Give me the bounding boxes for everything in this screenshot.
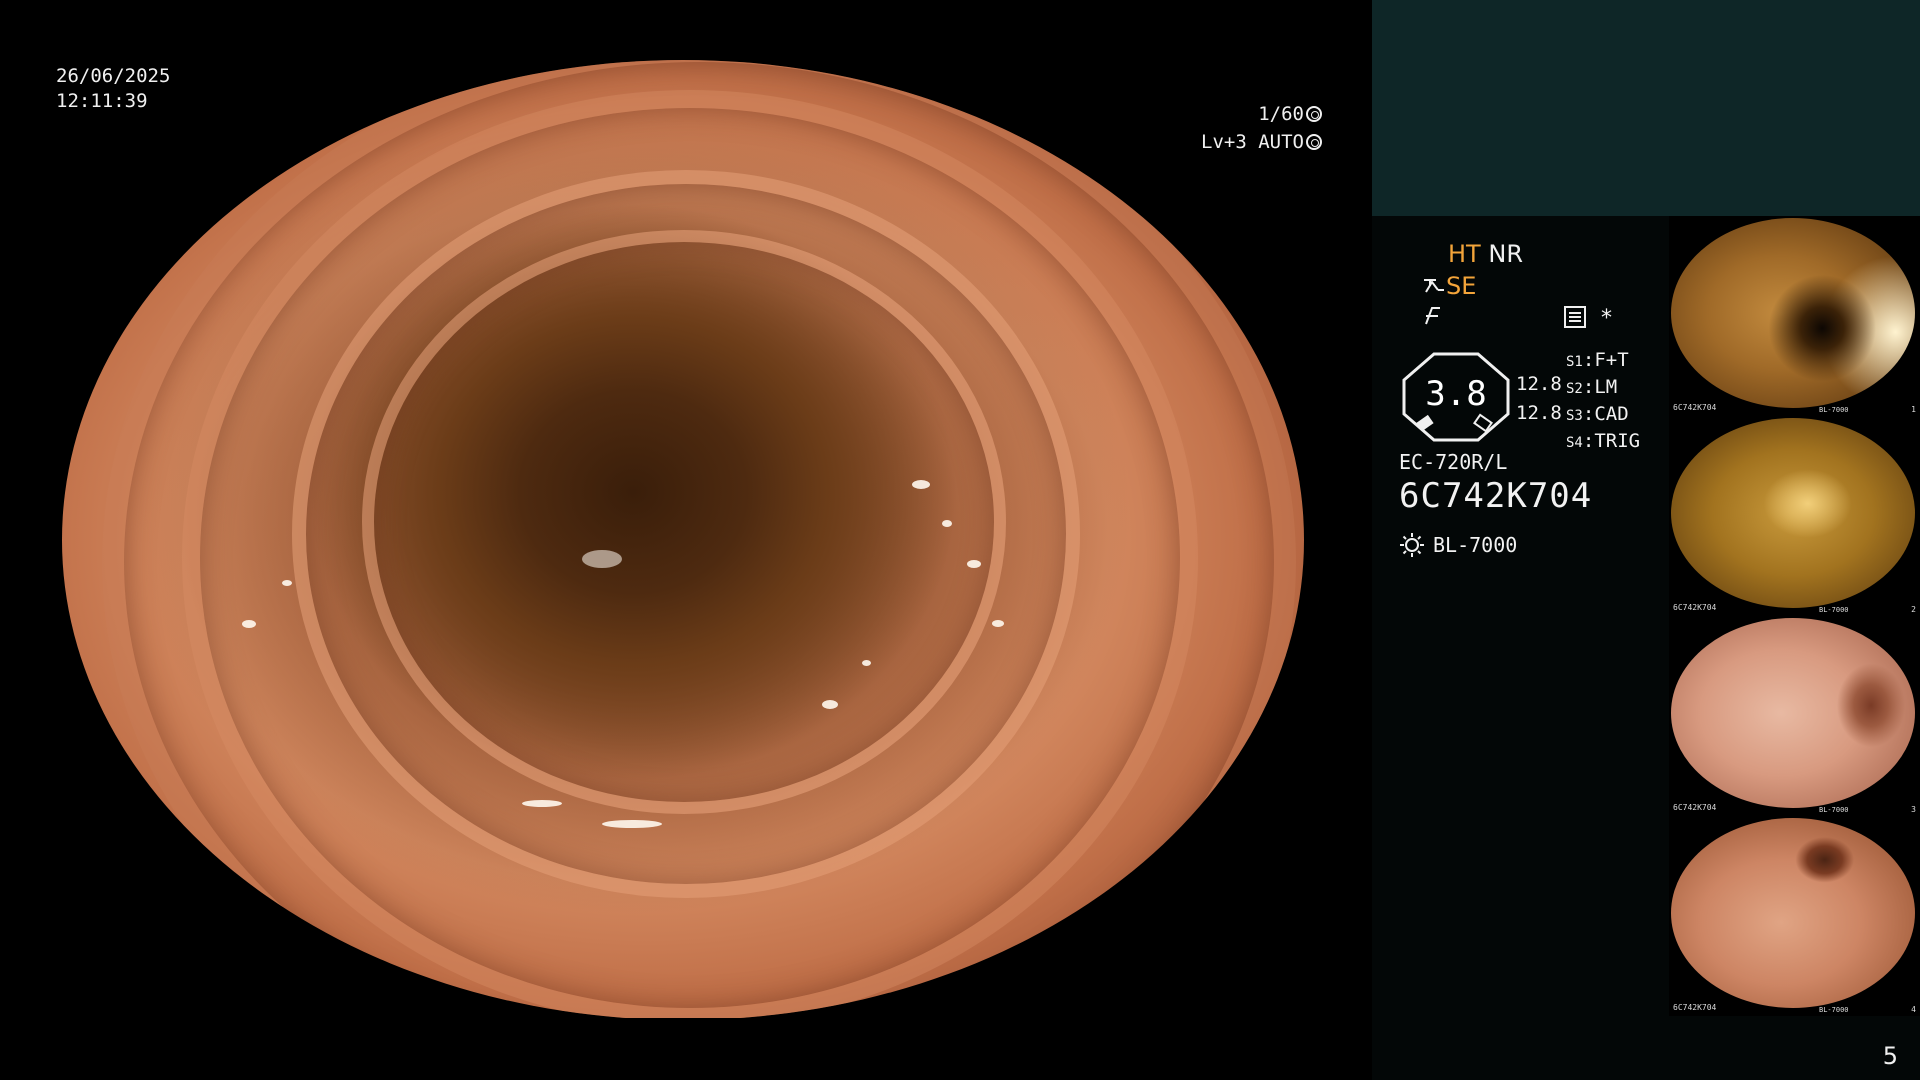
specular-highlight [822,700,838,709]
thumbnail-3[interactable]: 6C742K704 BL-7000 3 [1669,616,1920,816]
main-endoscope-view: 26/06/2025 12:11:39 1/60 Lv+3 AUTO [0,0,1372,1080]
level-text: Lv+3 [1201,131,1247,153]
specular-highlight [992,620,1004,627]
specular-highlight [522,800,562,807]
stack-values: 12.8 12.8 [1516,370,1562,428]
timestamp: 26/06/2025 12:11:39 [56,64,170,114]
mode-text: AUTO [1258,131,1304,153]
specular-highlight [242,620,256,628]
structure-enhance-icon [1424,279,1444,293]
color-mode-icon [1425,307,1440,325]
thumbnail-4[interactable]: 6C742K704 BL-7000 4 [1669,816,1920,1016]
endoscopy-screen: 26/06/2025 12:11:39 1/60 Lv+3 AUTO HT NR… [0,0,1920,1080]
setting-row: S2:LM [1566,376,1618,398]
light-source-text: BL-7000 [1433,533,1518,557]
mucosal-fold [102,60,1296,1020]
iris-icon [1306,134,1322,150]
date-text: 26/06/2025 [56,65,171,87]
captured-thumbnails: 6C742K704 BL-7000 1 6C742K704 BL-7000 2 … [1669,216,1920,1016]
menu-icons: * [1564,306,1612,331]
setting-row: S3:CAD [1566,403,1629,425]
ht-label: HT [1448,240,1481,268]
sun-icon [1400,533,1424,557]
switch-settings: S1:F+T S2:LM S3:CAD S4:TRIG [1566,348,1640,456]
specular-highlight [912,480,930,489]
thumbnail-2[interactable]: 6C742K704 BL-7000 2 [1669,416,1920,616]
colon-lumen-image [62,60,1304,1020]
setting-row: S1:F+T [1566,349,1629,371]
shutter-icon [1306,106,1322,122]
nr-label: NR [1488,240,1523,268]
thumbnail-1[interactable]: 6C742K704 BL-7000 1 [1669,216,1920,416]
thumbnail-image [1671,818,1915,1008]
stack-bottom-value: 12.8 [1516,402,1562,424]
specular-highlight [602,820,662,828]
list-icon [1564,306,1586,328]
specular-highlight [282,580,292,586]
page-number: 5 [1882,1042,1898,1070]
time-text: 12:11:39 [56,90,148,112]
se-label: SE [1446,272,1477,300]
gauge-value: 3.8 [1425,374,1487,414]
asterisk-icon: * [1601,306,1612,331]
insertion-gauge: 3.8 [1400,352,1512,442]
thumbnail-image [1671,418,1915,608]
scope-serial: 6C742K704 [1399,476,1593,516]
specular-highlight [582,550,622,568]
light-source: BL-7000 [1399,532,1517,558]
specular-highlight [942,520,952,527]
panel-header-area [1372,0,1920,216]
exposure-readout: 1/60 Lv+3 AUTO [1201,100,1322,156]
thumbnail-image [1671,218,1915,408]
setting-row: S4:TRIG [1566,430,1641,452]
thumbnail-image [1671,618,1915,808]
stack-top-value: 12.8 [1516,373,1562,395]
scope-model: EC-720R/L [1399,450,1508,474]
info-panel: HT NR SE * 3.8 12.8 12.8 S1:F+T S2:LM S3… [1372,0,1920,1080]
specular-highlight [967,560,981,568]
shutter-text: 1/60 [1258,103,1304,125]
specular-highlight [862,660,871,666]
